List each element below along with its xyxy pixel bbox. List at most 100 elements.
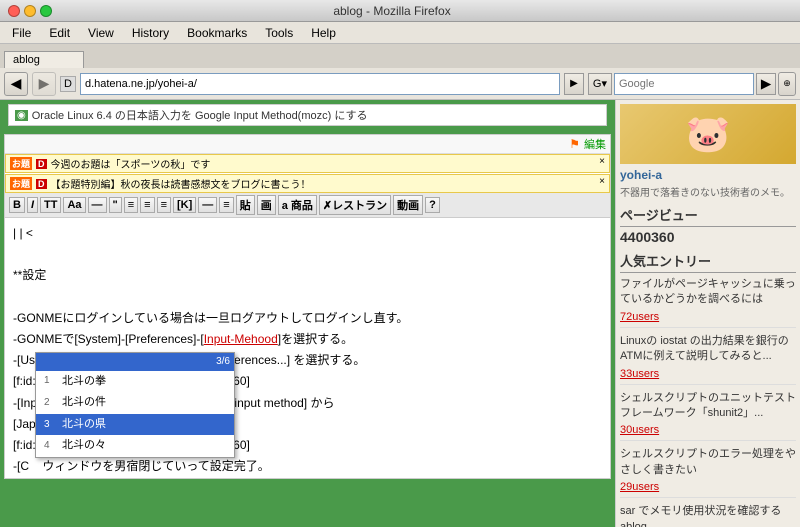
tb-list1[interactable]: ≡ xyxy=(124,197,138,213)
entry-1-users[interactable]: 72users xyxy=(620,311,659,323)
blog-title-bar: ◉ Oracle Linux 6.4 の日本語入力を Google Input … xyxy=(8,104,607,126)
entry-4-title: シェルスクリプトのエラー処理をやさしく書きたい xyxy=(620,447,796,478)
menubar: File Edit View History Bookmarks Tools H… xyxy=(0,22,800,44)
autocomplete-header: 3/6 xyxy=(36,353,234,371)
ac-text-4: 北斗の々 xyxy=(62,437,106,455)
entry-2-users[interactable]: 33users xyxy=(620,368,659,380)
ac-num-3: 3 xyxy=(44,417,56,433)
tb-item[interactable]: a 商品 xyxy=(278,195,317,215)
favicon: D xyxy=(60,76,76,92)
sidebar-avatar: 🐷 xyxy=(620,104,796,164)
close-notif-2[interactable]: × xyxy=(599,176,605,187)
menu-tools[interactable]: Tools xyxy=(257,24,301,42)
tb-align[interactable]: ≡ xyxy=(219,197,233,213)
search-engine-button[interactable]: G▾ xyxy=(588,73,612,95)
sidebar: 🐷 yohei-a 不器用で落着きのない技術者のメモ。 ページビュー 44003… xyxy=(615,100,800,527)
forward-button[interactable]: ▶ xyxy=(32,72,56,96)
zoom-button[interactable]: ⊕ xyxy=(778,72,796,96)
ac-item-1[interactable]: 1 北斗の拳 xyxy=(36,371,234,393)
menu-bookmarks[interactable]: Bookmarks xyxy=(179,24,255,42)
editor-content[interactable]: | | < **設定 -GONMEにログインしている場合は一旦ログアウトしてログ… xyxy=(5,218,610,478)
tb-list3[interactable]: ≡ xyxy=(157,197,171,213)
search-container: G▾ ▶ ⊕ xyxy=(588,72,796,96)
menu-edit[interactable]: Edit xyxy=(41,24,78,42)
ac-text-2: 北斗の件 xyxy=(62,394,106,412)
sidebar-username[interactable]: yohei-a xyxy=(620,168,796,182)
ac-item-2[interactable]: 2 北斗の件 xyxy=(36,392,234,414)
ac-item-3[interactable]: 3 北斗の県 xyxy=(36,414,234,436)
autocomplete-dropdown: 3/6 1 北斗の拳 2 北斗の件 3 北斗の県 4 xyxy=(35,352,235,458)
url-go-button[interactable]: ▶ xyxy=(564,73,584,95)
tb-help[interactable]: ? xyxy=(425,197,440,213)
tb-list2[interactable]: ≡ xyxy=(140,197,154,213)
content-line-6: -GONMEで[System]-[Preferences]-[Input-Meh… xyxy=(13,330,602,349)
entry-4-users[interactable]: 29users xyxy=(620,481,659,493)
back-button[interactable]: ◀ xyxy=(4,72,28,96)
content-area: ◉ Oracle Linux 6.4 の日本語入力を Google Input … xyxy=(0,100,800,527)
notif-prefix-d2: D xyxy=(36,179,47,189)
ac-num-4: 4 xyxy=(44,438,56,454)
editor-toolbar: B I TT Aa — " ≡ ≡ ≡ [K] — ≡ 貼 画 a 商品 ✗レス… xyxy=(5,193,610,218)
entry-2-title: Linuxの iostat の出力結果を銀行のATMに例えて説明してみると... xyxy=(620,334,796,365)
browser-tab[interactable]: ablog xyxy=(4,51,84,68)
sidebar-description: 不器用で落着きのない技術者のメモ。 xyxy=(620,184,796,199)
tb-bold[interactable]: B xyxy=(9,197,25,213)
tb-paste[interactable]: 貼 xyxy=(236,195,255,215)
tb-link[interactable]: [K] xyxy=(173,197,196,213)
search-button[interactable]: ▶ xyxy=(756,73,776,95)
ac-num-2: 2 xyxy=(44,395,56,411)
content-line-3: **設定 xyxy=(13,266,602,285)
tb-font[interactable]: Aa xyxy=(63,197,85,213)
entry-2: Linuxの iostat の出力結果を銀行のATMに例えて説明してみると...… xyxy=(620,334,796,385)
blog-page-title: Oracle Linux 6.4 の日本語入力を Google Input Me… xyxy=(32,107,368,123)
ac-item-4[interactable]: 4 北斗の々 xyxy=(36,435,234,457)
titlebar: ablog - Mozilla Firefox xyxy=(0,0,800,22)
entry-3-title: シェルスクリプトのユニットテストフレームワーク「shunit2」... xyxy=(620,391,796,422)
tb-hr[interactable]: — xyxy=(88,197,107,213)
tab-label: ablog xyxy=(13,54,40,66)
edit-button[interactable]: 編集 xyxy=(584,136,606,152)
window-title: ablog - Mozilla Firefox xyxy=(52,4,732,18)
entry-3: シェルスクリプトのユニットテストフレームワーク「shunit2」... 30us… xyxy=(620,391,796,442)
tb-sep[interactable]: — xyxy=(198,197,217,213)
tb-restaurant[interactable]: ✗レストラン xyxy=(319,195,391,215)
notif-icon-b2: お題 xyxy=(10,177,32,190)
tb-italic[interactable]: I xyxy=(27,197,38,213)
ac-text-1: 北斗の拳 xyxy=(62,373,106,391)
tb-tt[interactable]: TT xyxy=(40,197,61,213)
maximize-button[interactable] xyxy=(40,5,52,17)
entry-3-users[interactable]: 30users xyxy=(620,424,659,436)
menu-view[interactable]: View xyxy=(80,24,122,42)
close-notif-1[interactable]: × xyxy=(599,156,605,167)
blog-header: ◉ Oracle Linux 6.4 の日本語入力を Google Input … xyxy=(0,100,615,134)
popular-section: 人気エントリー xyxy=(620,251,796,273)
notif-text-1: 今週のお題は「スポーツの秋」です xyxy=(51,156,211,171)
content-line-4 xyxy=(13,288,602,307)
menu-help[interactable]: Help xyxy=(303,24,344,42)
search-input[interactable] xyxy=(614,73,754,95)
entry-5: sar でメモリ使用状況を確認する ablog 28users xyxy=(620,504,796,527)
window-controls xyxy=(8,5,52,17)
link-input-mehood[interactable]: Input-Mehood xyxy=(204,332,278,346)
notification-1: お題 D 今週のお題は「スポーツの秋」です × xyxy=(5,154,610,173)
pig-icon: 🐷 xyxy=(686,113,731,155)
notification-2: お題 D 【お題特別編】秋の夜長は読書感想文をブログに書こう！ × xyxy=(5,174,610,193)
notif-prefix-d1: D xyxy=(36,159,47,169)
entry-1-title: ファイルがページキャッシュに乗っているかどうかを調べるには xyxy=(620,277,796,308)
tb-image[interactable]: 画 xyxy=(257,195,276,215)
menu-file[interactable]: File xyxy=(4,24,39,42)
ac-num-1: 1 xyxy=(44,373,56,389)
url-bar-container: D ▶ xyxy=(60,73,584,95)
minimize-button[interactable] xyxy=(24,5,36,17)
url-input[interactable] xyxy=(80,73,560,95)
menu-history[interactable]: History xyxy=(124,24,177,42)
tb-quote[interactable]: " xyxy=(109,197,122,213)
close-button[interactable] xyxy=(8,5,20,17)
entry-1: ファイルがページキャッシュに乗っているかどうかを調べるには 72users xyxy=(620,277,796,328)
content-line-1: | | < xyxy=(13,224,602,243)
pageviews-count: 4400360 xyxy=(620,229,796,245)
notif-icon-b1: お題 xyxy=(10,157,32,170)
blog-favicon: ◉ xyxy=(15,110,28,121)
entry-4: シェルスクリプトのエラー処理をやさしく書きたい 29users xyxy=(620,447,796,498)
tb-video[interactable]: 動画 xyxy=(393,195,423,215)
